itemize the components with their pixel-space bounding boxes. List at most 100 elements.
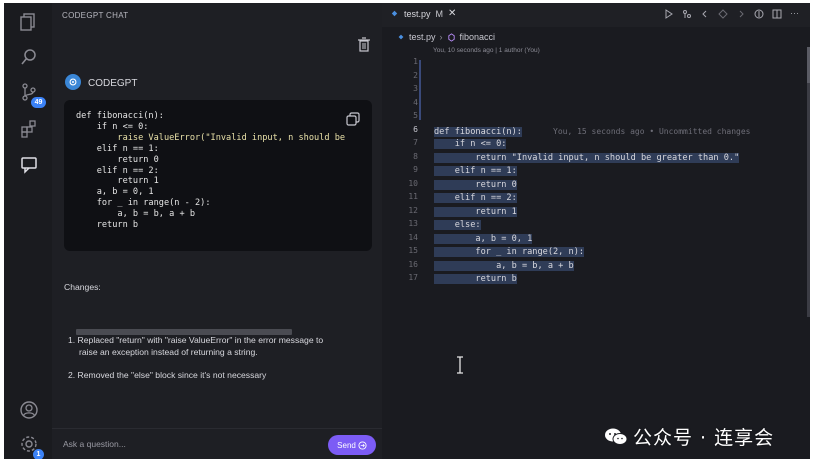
source-control-icon[interactable]: 49 — [18, 81, 46, 108]
editor-code-line: a, b = b, a + b — [434, 260, 574, 274]
changes-heading: Changes: — [64, 282, 101, 292]
code-line-text: else: — [434, 220, 481, 230]
screenshot-frame: 49 1 CODEGPT CHAT CODEGPT def fibonacci(… — [0, 0, 823, 466]
compare-changes-icon[interactable] — [682, 9, 692, 19]
question-input-area: Ask a question... Send — [52, 428, 382, 459]
line-number: 14 — [408, 232, 418, 242]
code-line: if n <= 0: — [76, 121, 149, 132]
code-line-text: elif n == 1: — [434, 166, 517, 176]
line-number: 12 — [408, 205, 418, 215]
split-editor-icon[interactable] — [772, 9, 782, 19]
change-item-1: 1. Replaced "return" with "raise ValueEr… — [68, 335, 324, 345]
breadcrumb-chevron-icon: › — [439, 32, 443, 42]
open-changes-icon[interactable] — [754, 9, 764, 19]
function-symbol-icon — [447, 32, 455, 42]
editor-code-line: return 1 — [434, 206, 517, 220]
editor-code-line: return "Invalid input, n should be great… — [434, 152, 740, 166]
scrollbar-thumb[interactable] — [807, 47, 810, 83]
code-line: elif n == 1: — [76, 143, 159, 154]
code-editor: test.py M ✕ ··· test.py › fibonacci You, — [382, 3, 810, 459]
line-number: 13 — [408, 219, 418, 228]
search-icon[interactable] — [18, 46, 40, 68]
gutter-change-indicator — [419, 60, 421, 120]
code-line: def fibonacci(n): — [76, 111, 164, 121]
line-number: 7 — [413, 138, 418, 147]
send-arrow-icon — [358, 440, 367, 450]
codegpt-chat-panel: CODEGPT CHAT CODEGPT def fibonacci(n): i… — [52, 3, 382, 459]
previous-change-icon[interactable] — [700, 9, 710, 19]
change-item-2: 2. Removed the "else" block since it's n… — [68, 370, 267, 380]
text-cursor-icon — [457, 356, 463, 374]
line-number: 4 — [413, 97, 418, 107]
diamond-icon[interactable] — [718, 9, 728, 19]
trash-icon[interactable] — [357, 37, 371, 53]
code-line: raise ValueError("Invalid input, n shoul… — [76, 132, 346, 143]
code-block-text: def fibonacci(n): if n <= 0: raise Value… — [76, 111, 345, 231]
breadcrumb-symbol[interactable]: fibonacci — [460, 32, 496, 42]
editor-code-line: return 0 — [434, 179, 517, 193]
editor-toolbar: ··· — [664, 9, 802, 19]
editor-scrollbar[interactable] — [807, 47, 810, 317]
code-line: for _ in range(n - 2): — [76, 198, 211, 209]
next-change-icon[interactable] — [736, 9, 746, 19]
panel-title: CODEGPT CHAT — [62, 11, 129, 20]
chat-icon[interactable] — [18, 153, 40, 175]
codelens-blame[interactable]: You, 10 seconds ago | 1 author (You) — [433, 47, 540, 54]
wechat-icon — [605, 428, 628, 445]
line-number: 2 — [413, 70, 418, 80]
code-line: a, b = b, a + b — [76, 209, 195, 220]
settings-gear-icon[interactable]: 1 — [18, 433, 44, 459]
line-number: 16 — [408, 259, 418, 269]
code-line: elif n == 2: — [76, 165, 159, 176]
extensions-icon[interactable] — [18, 118, 40, 140]
line-number: 10 — [408, 178, 418, 188]
more-actions-icon[interactable]: ··· — [790, 9, 802, 19]
line-number: 15 — [408, 246, 418, 255]
python-file-icon — [398, 34, 404, 40]
codegpt-logo-icon — [65, 74, 81, 90]
code-line-text: return 0 — [434, 179, 517, 190]
editor-code-line: a, b = 0, 1 — [434, 233, 533, 247]
account-icon[interactable] — [18, 399, 40, 421]
change-item-1-cont: raise an exception instead of returning … — [79, 347, 258, 357]
code-line-text: return b — [434, 274, 517, 284]
tab-label: test.py — [404, 8, 431, 19]
copy-icon[interactable] — [346, 112, 360, 126]
vscode-window: 49 1 CODEGPT CHAT CODEGPT def fibonacci(… — [4, 3, 810, 459]
code-line-text: a, b = 0, 1 — [434, 233, 533, 244]
code-block: def fibonacci(n): if n <= 0: raise Value… — [64, 100, 372, 335]
editor-code-line: for _ in range(2, n): — [434, 246, 585, 260]
code-line-text: def fibonacci(n): — [434, 126, 522, 137]
watermark: 公众号 · 连享会 — [604, 423, 774, 450]
code-line: return b — [76, 220, 139, 231]
code-line-text: return "Invalid input, n should be great… — [434, 152, 740, 163]
code-line-text: for _ in range(2, n): — [434, 247, 585, 257]
line-number: 9 — [413, 165, 418, 174]
settings-badge: 1 — [33, 449, 44, 459]
code-line-text: return 1 — [434, 206, 517, 217]
run-icon[interactable] — [664, 9, 674, 19]
activity-bar: 49 1 — [4, 3, 52, 459]
send-button[interactable]: Send — [328, 435, 376, 455]
assistant-name: CODEGPT — [88, 78, 138, 89]
watermark-text: 公众号 · 连享会 — [633, 427, 775, 449]
source-control-badge: 49 — [31, 97, 46, 108]
code-line-text: if n <= 0: — [434, 139, 507, 149]
breadcrumb-file[interactable]: test.py — [409, 32, 436, 42]
inline-blame-gap — [522, 127, 553, 137]
line-number: 1 — [413, 57, 418, 66]
question-input[interactable]: Ask a question... — [63, 439, 126, 449]
line-number: 3 — [413, 84, 418, 93]
code-line: a, b = 0, 1 — [76, 187, 154, 198]
inline-blame: You, 15 seconds ago • Uncommitted change… — [553, 126, 751, 136]
editor-code-line: def fibonacci(n): You, 15 seconds ago • … — [434, 125, 751, 139]
code-line: return 0 — [76, 154, 159, 165]
send-label: Send — [337, 440, 356, 450]
line-number: 8 — [413, 151, 418, 161]
tab-close-icon[interactable]: ✕ — [448, 8, 456, 19]
editor-code-line: else: — [434, 219, 481, 233]
tab-test-py[interactable]: test.py M ✕ — [390, 8, 456, 19]
line-number: 11 — [408, 192, 418, 201]
editor-code-line: elif n == 2: — [434, 192, 517, 206]
explorer-icon[interactable] — [18, 11, 40, 33]
